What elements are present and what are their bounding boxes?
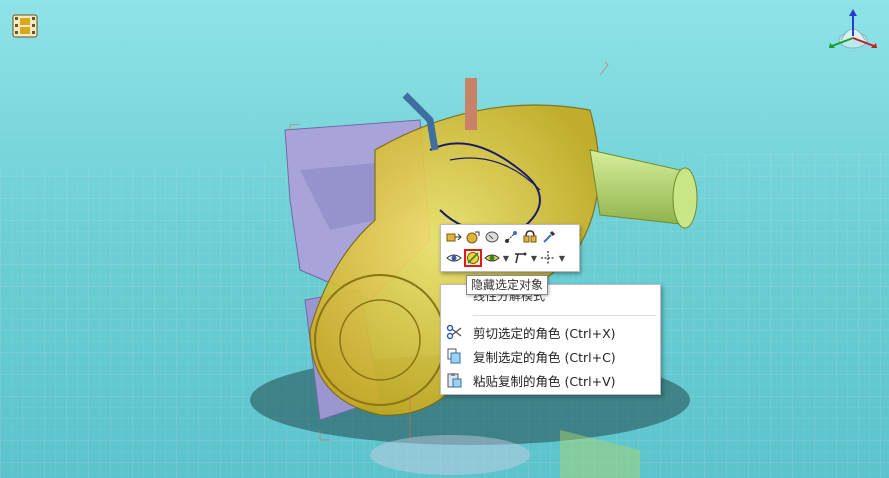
mini-toolbar-row-1 bbox=[445, 228, 559, 246]
select-next-button[interactable] bbox=[445, 228, 463, 246]
move-icon bbox=[541, 251, 555, 265]
context-menu-label: 复制选定的角色 (Ctrl+C) bbox=[473, 349, 616, 365]
paste-icon bbox=[445, 371, 463, 389]
transform-icon bbox=[505, 231, 517, 243]
select-similar-icon bbox=[485, 231, 499, 243]
view-orientation-triad-icon bbox=[829, 9, 877, 49]
context-menu: 线性分解模式 剪切选定的角色 (Ctrl+X) 复制选定的角色 (Ctrl+C)… bbox=[440, 284, 661, 395]
arrow-tool-button[interactable] bbox=[511, 249, 529, 267]
tooltip: 隐藏选定对象 bbox=[466, 275, 549, 295]
isolate-dropdown[interactable]: ▼ bbox=[502, 249, 510, 267]
select-similar-button[interactable] bbox=[483, 228, 501, 246]
eyedropper-icon bbox=[543, 230, 556, 243]
move-button[interactable] bbox=[539, 249, 557, 267]
select-next-icon bbox=[446, 233, 462, 242]
context-menu-item-copy[interactable]: 复制选定的角色 (Ctrl+C) bbox=[441, 344, 658, 368]
transform-button[interactable] bbox=[502, 228, 520, 246]
view-triad[interactable] bbox=[828, 8, 878, 54]
eyedropper-button[interactable] bbox=[540, 228, 558, 246]
3d-viewport[interactable]: ▼ ▼ ▼ 线性分解模式 剪切选定的角色 (Ctrl+X) 复制选定的角色 (C… bbox=[0, 0, 889, 478]
context-menu-label: 剪切选定的角色 (Ctrl+X) bbox=[473, 325, 616, 341]
eye-icon bbox=[446, 254, 462, 262]
mini-toolbar-row-2: ▼ ▼ ▼ bbox=[445, 249, 567, 267]
context-menu-label: 粘贴复制的角色 (Ctrl+V) bbox=[473, 373, 616, 389]
group-icon bbox=[523, 230, 537, 243]
arrow-tool-icon bbox=[515, 252, 527, 264]
isolate-icon bbox=[484, 254, 500, 262]
context-menu-item-cut[interactable]: 剪切选定的角色 (Ctrl+X) bbox=[441, 320, 658, 344]
context-menu-separator bbox=[473, 315, 656, 316]
context-menu-item-paste[interactable]: 粘贴复制的角色 (Ctrl+V) bbox=[441, 368, 658, 392]
film-strip-icon bbox=[12, 14, 38, 38]
film-strip-button[interactable] bbox=[12, 14, 38, 38]
select-parent-button[interactable] bbox=[464, 228, 482, 246]
copy-icon bbox=[445, 347, 463, 365]
hide-selected-button[interactable] bbox=[464, 249, 482, 267]
mini-toolbar: ▼ ▼ ▼ bbox=[440, 224, 580, 272]
scissors-icon bbox=[445, 323, 463, 341]
select-parent-icon bbox=[466, 231, 480, 244]
isolate-button[interactable] bbox=[483, 249, 501, 267]
show-button[interactable] bbox=[445, 249, 463, 267]
move-dropdown[interactable]: ▼ bbox=[558, 249, 566, 267]
group-button[interactable] bbox=[521, 228, 539, 246]
arrow-tool-dropdown[interactable]: ▼ bbox=[530, 249, 538, 267]
hide-selected-icon bbox=[467, 252, 479, 264]
